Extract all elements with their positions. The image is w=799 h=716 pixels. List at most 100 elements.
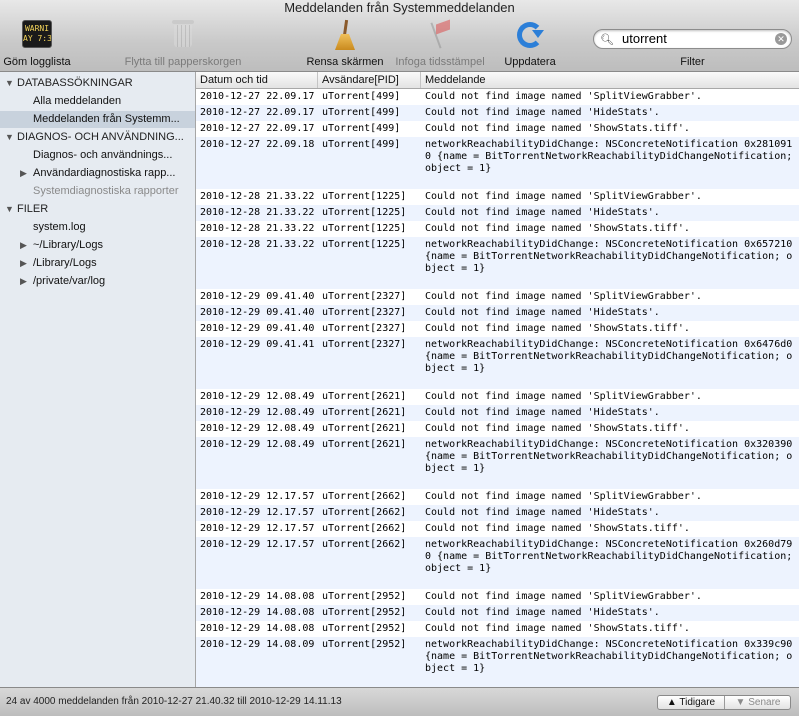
cell-sender: uTorrent[2621] (322, 407, 407, 418)
table-row[interactable]: 2010-12-28 21.33.22 uTorrent[1225] Could n… (196, 205, 799, 221)
disclosure-closed-icon[interactable]: ▶ (20, 273, 27, 290)
cell-message: Could not find image named 'HideStats'. (425, 607, 660, 618)
cell-message: Could not find image named 'ShowStats.ti… (425, 123, 690, 134)
hide-log-list-button[interactable]: WARNI AY 7:36 Göm logglista (3, 20, 71, 68)
sidebar-item[interactable]: system.log (0, 219, 195, 236)
table-row[interactable]: 2010-12-29 09.41.40 uTorrent[2327] Could n… (196, 305, 799, 321)
cell-date: 2010-12-28 21.33.22 (200, 239, 315, 250)
cell-sender: uTorrent[2621] (322, 423, 407, 434)
cell-message: Could not find image named 'ShowStats.ti… (425, 423, 690, 434)
sidebar-item[interactable]: Meddelanden från Systemm... (0, 111, 195, 128)
hide-log-list-label: Göm logglista (3, 56, 71, 68)
table-row[interactable]: 2010-12-29 12.17.57 uTorrent[2662] network… (196, 537, 799, 589)
refresh-icon (517, 22, 544, 48)
table-row[interactable]: 2010-12-28 21.33.22 uTorrent[1225] Could n… (196, 221, 799, 237)
cell-message: Could not find image named 'HideStats'. (425, 107, 660, 118)
disclosure-closed-icon[interactable]: ▶ (20, 237, 27, 254)
table-row[interactable]: 2010-12-29 12.08.49 uTorrent[2621] Could n… (196, 389, 799, 405)
later-button[interactable]: ▼ Senare (725, 696, 791, 709)
column-header-date[interactable]: Datum och tid (196, 72, 318, 88)
table-row[interactable]: 2010-12-29 12.17.57 uTorrent[2662] Could n… (196, 489, 799, 505)
sidebar-section-header[interactable]: ▼ FILER (0, 201, 195, 218)
sidebar-item[interactable]: ▶ /private/var/log (0, 273, 195, 290)
sidebar-item[interactable]: ▶ Användardiagnostiska rapp... (0, 165, 195, 182)
table-row[interactable]: 2010-12-28 21.33.22 uTorrent[1225] network… (196, 237, 799, 289)
cell-sender: uTorrent[2952] (322, 591, 407, 602)
table-row[interactable]: 2010-12-29 12.08.49 uTorrent[2621] Could n… (196, 421, 799, 437)
table-row[interactable]: 2010-12-27 22.09.17 uTorrent[499] Could no… (196, 121, 799, 137)
table-row[interactable]: 2010-12-29 14.08.08 uTorrent[2952] Could n… (196, 589, 799, 605)
cell-sender: uTorrent[2327] (322, 291, 407, 302)
table-row[interactable]: 2010-12-29 09.41.41 uTorrent[2327] network… (196, 337, 799, 389)
table-row[interactable]: 2010-12-29 09.41.40 uTorrent[2327] Could n… (196, 321, 799, 337)
status-text: 24 av 4000 meddelanden från 2010-12-27 2… (6, 696, 342, 707)
move-to-trash-button[interactable]: Flytta till papperskorgen (125, 20, 241, 68)
earlier-button[interactable]: ▲ Tidigare (658, 696, 725, 709)
search-field[interactable]: 🔍︎ ✕ (593, 29, 792, 49)
cell-message: Could not find image named 'HideStats'. (425, 307, 660, 318)
sidebar-item-label: ~/Library/Logs (33, 239, 104, 251)
table-row[interactable]: 2010-12-27 22.09.17 uTorrent[499] Could no… (196, 89, 799, 105)
clear-search-icon[interactable]: ✕ (775, 33, 787, 45)
cell-message: Could not find image named 'SplitViewGra… (425, 491, 702, 502)
cell-sender: uTorrent[2952] (322, 607, 407, 618)
sidebar-item[interactable]: Alla meddelanden (0, 93, 195, 110)
sidebar-item[interactable]: ▶ ~/Library/Logs (0, 237, 195, 254)
cell-message: Could not find image named 'SplitViewGra… (425, 591, 702, 602)
sidebar-item-label: Diagnos- och användnings... (33, 149, 173, 161)
insert-timestamp-button[interactable]: Infoga tidsstämpel (395, 19, 485, 68)
sidebar-section-header[interactable]: ▼ DATABASSÖKNINGAR (0, 75, 195, 92)
cell-sender: uTorrent[1225] (322, 191, 407, 202)
sidebar-section-header[interactable]: ▼ DIAGNOS- OCH ANVÄNDNING... (0, 129, 195, 146)
table-row[interactable]: 2010-12-29 09.41.40 uTorrent[2327] Could n… (196, 289, 799, 305)
sidebar-item[interactable]: Diagnos- och användnings... (0, 147, 195, 164)
cell-sender: uTorrent[2952] (322, 623, 407, 634)
cell-sender: uTorrent[499] (322, 123, 401, 134)
cell-message: Could not find image named 'ShowStats.ti… (425, 223, 690, 234)
clear-screen-button[interactable]: Rensa skärmen (306, 19, 384, 68)
filter-label: Filter (680, 56, 705, 68)
cell-message: Could not find image named 'SplitViewGra… (425, 391, 702, 402)
disclosure-open-icon[interactable]: ▼ (5, 129, 14, 146)
table-row[interactable]: 2010-12-29 14.08.08 uTorrent[2952] Could n… (196, 605, 799, 621)
sidebar-item[interactable]: Systemdiagnostiska rapporter (0, 183, 195, 200)
message-table[interactable]: Datum och tid Avsändare[PID] Meddelande … (196, 72, 799, 687)
cell-sender: uTorrent[2662] (322, 507, 407, 518)
table-row[interactable]: 2010-12-29 14.08.09 uTorrent[2952] network… (196, 637, 799, 687)
column-header-message[interactable]: Meddelande (421, 72, 799, 88)
cell-date: 2010-12-29 12.08.49 (200, 391, 315, 402)
cell-date: 2010-12-29 14.08.08 (200, 623, 315, 634)
cell-date: 2010-12-29 14.08.09 (200, 639, 315, 650)
cell-date: 2010-12-29 09.41.40 (200, 307, 315, 318)
update-button[interactable]: Uppdatera (504, 20, 556, 68)
search-input[interactable] (622, 31, 762, 46)
table-row[interactable]: 2010-12-28 21.33.22 uTorrent[1225] Could n… (196, 189, 799, 205)
table-row[interactable]: 2010-12-27 22.09.18 uTorrent[499] networkR… (196, 137, 799, 189)
broom-icon (332, 19, 358, 50)
earlier-label: Tidigare (679, 697, 716, 708)
table-row[interactable]: 2010-12-29 12.17.57 uTorrent[2662] Could n… (196, 505, 799, 521)
sidebar-item[interactable]: ▶ /Library/Logs (0, 255, 195, 272)
table-row[interactable]: 2010-12-29 12.08.49 uTorrent[2621] Could n… (196, 405, 799, 421)
cell-message: networkReachabilityDidChange: NSConcrete… (425, 439, 793, 474)
column-header-sender[interactable]: Avsändare[PID] (318, 72, 421, 88)
log-list-sidebar: ▼ DATABASSÖKNINGAR Alla meddelanden Meddela… (0, 72, 196, 687)
sidebar-item-label: Systemdiagnostiska rapporter (33, 185, 179, 197)
cell-message: Could not find image named 'ShowStats.ti… (425, 523, 690, 534)
cell-date: 2010-12-27 22.09.17 (200, 91, 315, 102)
cell-sender: uTorrent[1225] (322, 239, 407, 250)
cell-sender: uTorrent[1225] (322, 207, 407, 218)
disclosure-closed-icon[interactable]: ▶ (20, 165, 27, 182)
disclosure-open-icon[interactable]: ▼ (5, 201, 14, 218)
sidebar-item-label: Alla meddelanden (33, 95, 122, 107)
table-row[interactable]: 2010-12-29 12.17.57 uTorrent[2662] Could n… (196, 521, 799, 537)
cell-sender: uTorrent[499] (322, 139, 401, 150)
cell-sender: uTorrent[2327] (322, 339, 407, 350)
disclosure-open-icon[interactable]: ▼ (5, 75, 14, 92)
table-row[interactable]: 2010-12-27 22.09.17 uTorrent[499] Could no… (196, 105, 799, 121)
table-row[interactable]: 2010-12-29 12.08.49 uTorrent[2621] network… (196, 437, 799, 489)
cell-sender: uTorrent[499] (322, 107, 401, 118)
title-toolbar: Meddelanden från Systemmeddelanden WARNI… (0, 0, 799, 72)
table-row[interactable]: 2010-12-29 14.08.08 uTorrent[2952] Could n… (196, 621, 799, 637)
disclosure-closed-icon[interactable]: ▶ (20, 255, 27, 272)
